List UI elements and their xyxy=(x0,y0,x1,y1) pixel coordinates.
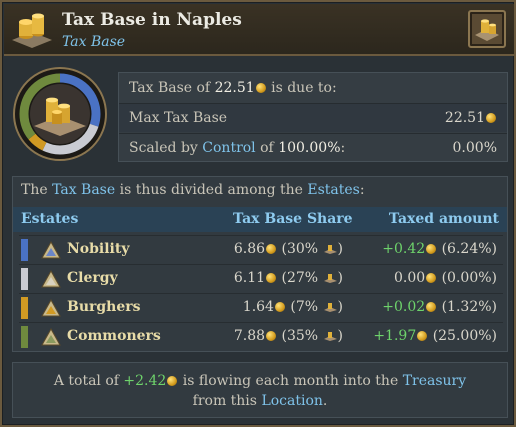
treasury-link[interactable]: Treasury xyxy=(403,373,466,389)
tax-base-tooltip: Tax Base in Naples Tax Base Tax Base of … xyxy=(0,0,516,427)
column-taxed-amount[interactable]: Taxed amount xyxy=(389,211,499,227)
estate-pyramid-icon xyxy=(41,298,61,317)
gold-coin-icon xyxy=(486,113,496,123)
tax-base-icon xyxy=(323,274,337,283)
estate-share: 6.11 (27% ) xyxy=(233,270,343,286)
control-scaling-row: Scaled by Control of 100.00%: 0.00% xyxy=(119,133,507,162)
tax-base-breakdown: Tax Base of 22.51 is due to: Max Tax Bas… xyxy=(118,72,508,162)
tooltip-header: Tax Base in Naples Tax Base xyxy=(4,4,514,56)
tax-base-corner-button[interactable] xyxy=(468,10,506,48)
gold-coin-icon xyxy=(255,82,266,93)
max-tax-base-row[interactable]: Max Tax Base 22.51 xyxy=(119,103,507,132)
estate-pyramid-icon xyxy=(41,240,61,259)
estate-color-bar xyxy=(21,268,28,290)
tooltip-subtitle[interactable]: Tax Base xyxy=(62,34,125,50)
estate-row-commoners[interactable]: Commoners 7.88 (35% ) +1.97 (25.00%) xyxy=(19,322,503,350)
estate-taxed: +1.97 (25.00%) xyxy=(373,328,497,344)
coins-stack-icon xyxy=(12,13,52,48)
gold-coin-icon xyxy=(266,244,277,254)
estate-pyramid-icon xyxy=(41,269,61,288)
tooltip-title: Tax Base in Naples xyxy=(62,10,242,30)
column-tax-base-share[interactable]: Tax Base Share xyxy=(233,211,353,227)
monthly-total-summary: A total of +2.42 is flowing each month i… xyxy=(12,362,508,418)
gold-coin-icon xyxy=(266,273,277,283)
tax-base-due-row: Tax Base of 22.51 is due to: xyxy=(129,79,337,96)
estate-share: 1.64 (7% ) xyxy=(242,299,343,315)
gold-coin-icon xyxy=(266,331,277,341)
estate-row-nobility[interactable]: Nobility 6.86 (30% ) +0.42 (6.24%) xyxy=(19,235,503,263)
gold-coin-icon xyxy=(417,331,428,341)
estate-pyramid-icon xyxy=(41,327,61,346)
tax-base-icon xyxy=(323,303,337,312)
location-link[interactable]: Location xyxy=(261,393,322,409)
gold-coin-icon xyxy=(426,302,437,312)
gold-coin-icon xyxy=(274,302,285,312)
estate-name: Commoners xyxy=(67,328,161,344)
control-link[interactable]: Control xyxy=(202,140,255,156)
estate-name: Burghers xyxy=(67,299,141,315)
estate-row-clergy[interactable]: Clergy 6.11 (27% ) 0.00 (0.00%) xyxy=(19,264,503,292)
coins-icon xyxy=(475,19,499,41)
estate-taxed: +0.02 (1.32%) xyxy=(382,299,497,315)
gold-coin-icon xyxy=(167,376,178,386)
gold-coin-icon xyxy=(426,273,437,283)
estates-link[interactable]: Estates xyxy=(307,182,359,198)
tax-base-icon xyxy=(323,245,337,254)
estate-row-burghers[interactable]: Burghers 1.64 (7% ) +0.02 (1.32%) xyxy=(19,293,503,321)
estate-name: Clergy xyxy=(67,270,118,286)
estate-share: 7.88 (35% ) xyxy=(233,328,343,344)
tax-base-icon xyxy=(323,332,337,341)
estate-color-bar xyxy=(21,239,28,261)
estate-taxed: 0.00 (0.00%) xyxy=(393,270,497,286)
estates-intro: The Tax Base is thus divided among the E… xyxy=(21,182,365,198)
estate-taxed: +0.42 (6.24%) xyxy=(382,241,497,257)
estate-color-bar xyxy=(21,326,28,348)
estate-share: 6.86 (30% ) xyxy=(233,241,343,257)
estate-share-ring xyxy=(13,67,107,161)
tax-base-link[interactable]: Tax Base xyxy=(52,182,115,198)
column-estates[interactable]: Estates xyxy=(21,211,78,227)
gold-coin-icon xyxy=(426,244,437,254)
estate-name: Nobility xyxy=(67,241,130,257)
estates-table: The Tax Base is thus divided among the E… xyxy=(12,176,508,352)
estate-color-bar xyxy=(21,297,28,319)
estates-table-header: Estates Tax Base Share Taxed amount xyxy=(13,207,507,232)
